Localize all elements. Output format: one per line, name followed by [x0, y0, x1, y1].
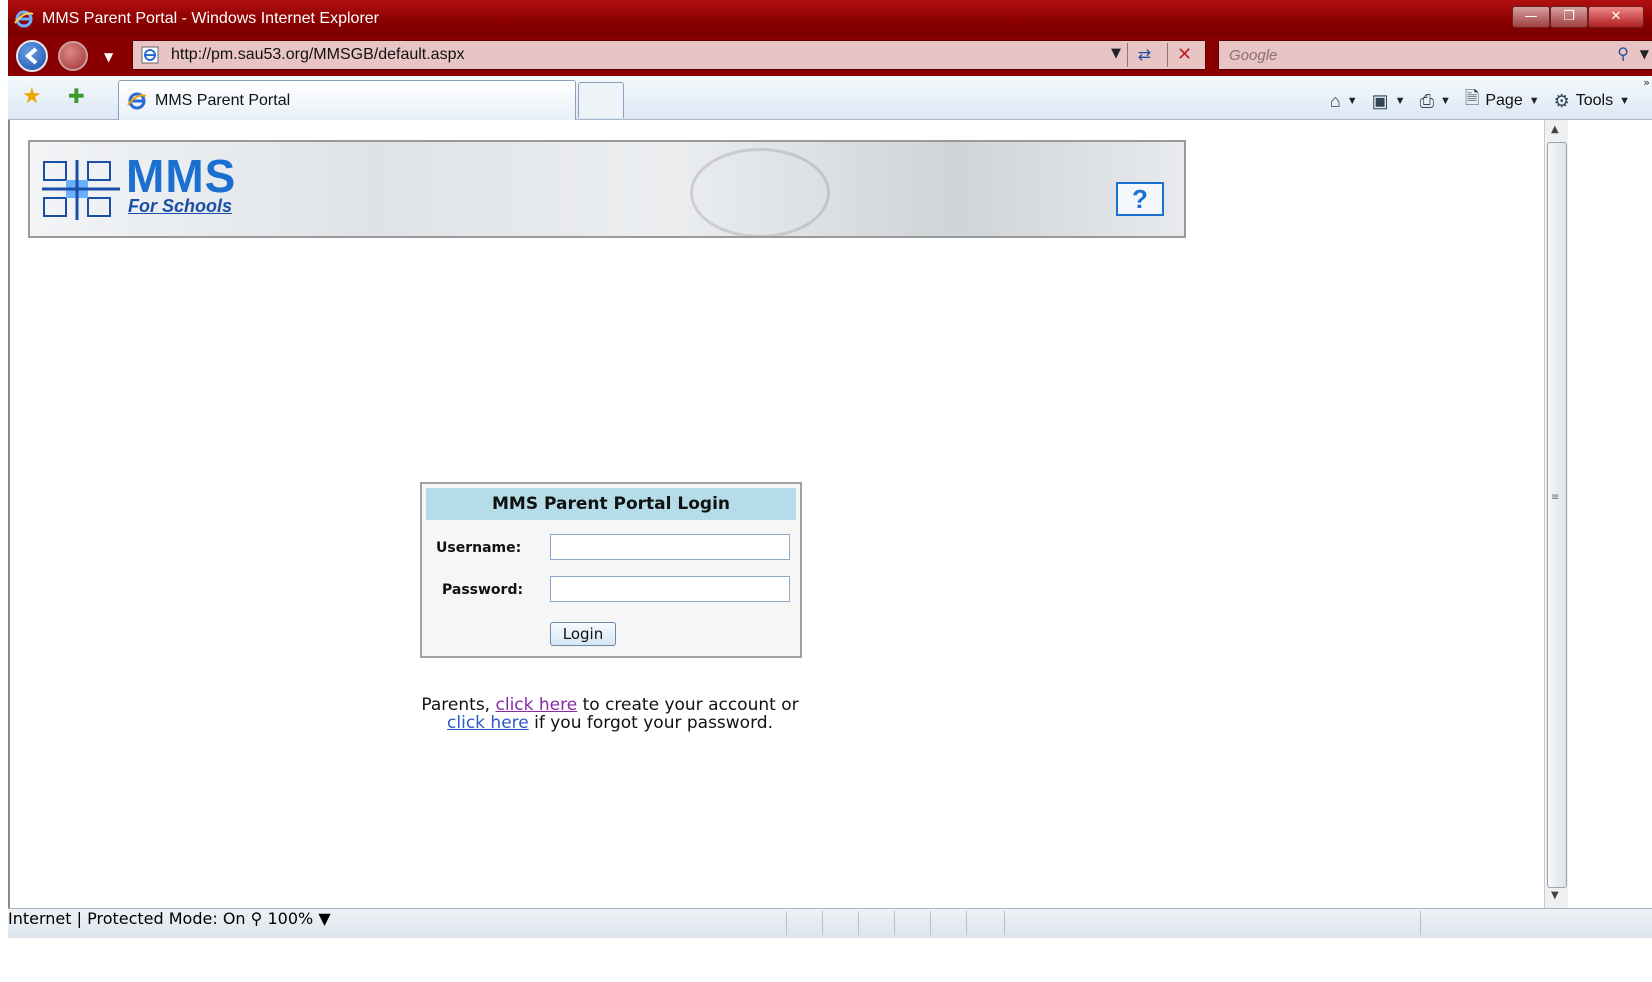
tab-label[interactable]: MMS Parent Portal	[155, 92, 290, 110]
feeds-icon[interactable]: ▣	[1372, 91, 1389, 112]
status-separator	[822, 911, 823, 935]
username-label: Username:	[436, 540, 522, 556]
status-separator	[930, 911, 931, 935]
stop-icon[interactable]: ✕	[1167, 43, 1201, 67]
refresh-icon[interactable]: ⇄	[1127, 43, 1161, 67]
zoom-dropdown-icon[interactable]: ▼	[318, 909, 330, 928]
status-separator	[786, 911, 787, 935]
create-account-link[interactable]: click here	[496, 695, 578, 715]
vertical-scrollbar[interactable]: ▲ ≡ ▼	[1544, 120, 1568, 908]
parents-note: Parents, click here to create your accou…	[370, 696, 850, 732]
scroll-down-arrow-icon[interactable]: ▼	[1551, 890, 1559, 901]
status-separator	[894, 911, 895, 935]
page-content: MMS For Schools ? MMS Parent Portal Logi…	[8, 120, 1544, 908]
status-separator	[966, 911, 967, 935]
mms-banner: MMS For Schools ?	[28, 140, 1186, 238]
add-favorites-icon[interactable]: ✚	[68, 84, 85, 108]
forgot-password-link[interactable]: click here	[447, 713, 529, 733]
restore-button[interactable]: ❐	[1550, 6, 1588, 28]
home-dropdown-icon[interactable]: ▼	[1347, 95, 1358, 107]
mms-logo-grid-icon	[42, 160, 120, 220]
username-input[interactable]	[550, 534, 790, 560]
print-dropdown-icon[interactable]: ▼	[1440, 95, 1451, 107]
ie-icon	[14, 10, 34, 28]
page-ie-icon	[141, 46, 159, 64]
tab-ie-icon	[127, 92, 147, 110]
parents-middle: to create your account or	[577, 695, 799, 715]
login-title: MMS Parent Portal Login	[426, 488, 796, 520]
forward-button[interactable]	[58, 41, 88, 71]
home-icon[interactable]: ⌂	[1330, 91, 1341, 112]
close-button[interactable]: ✕	[1588, 6, 1644, 28]
address-dropdown-icon[interactable]: ▼	[1111, 46, 1121, 61]
scrollbar-grip-icon: ≡	[1551, 492, 1560, 503]
status-separator	[1004, 911, 1005, 935]
parents-suffix: if you forgot your password.	[528, 713, 773, 733]
new-tab-button[interactable]	[578, 82, 624, 118]
favorites-star-icon[interactable]: ★	[22, 84, 42, 109]
login-button[interactable]: Login	[550, 622, 616, 646]
status-bar: Internet | Protected Mode: On ⚲ 100% ▼	[8, 908, 1652, 938]
scrollbar-thumb[interactable]	[1547, 142, 1567, 888]
password-input[interactable]	[550, 576, 790, 602]
login-panel: MMS Parent Portal Login Username: Passwo…	[420, 482, 802, 658]
search-placeholder[interactable]: Google	[1229, 47, 1277, 64]
help-button[interactable]: ?	[1116, 182, 1164, 216]
mms-logo-text: MMS	[126, 150, 237, 202]
search-icon[interactable]: ⚲	[1617, 44, 1629, 63]
tools-dropdown-icon[interactable]: ▼	[1619, 95, 1630, 107]
page-dropdown-icon[interactable]: ▼	[1529, 95, 1540, 107]
grade-circle-decoration	[690, 148, 830, 236]
right-margin	[1568, 120, 1652, 908]
mms-logo-subtitle: For Schools	[128, 196, 233, 216]
password-label: Password:	[442, 582, 524, 598]
page-menu[interactable]: Page	[1485, 92, 1522, 110]
zoom-level[interactable]: 100%	[267, 909, 313, 928]
status-separator	[1420, 911, 1421, 935]
back-button[interactable]	[16, 40, 48, 72]
tools-gear-icon[interactable]: ⚙	[1554, 91, 1570, 112]
zoom-icon[interactable]: ⚲	[251, 909, 263, 928]
back-arrow-icon	[24, 47, 38, 65]
command-bar: ★ ✚ MMS Parent Portal ⌂ ▼ ▣ ▼ ⎙ ▼ 🗎 Page…	[8, 76, 1652, 120]
parents-prefix: Parents,	[421, 695, 496, 715]
minimize-button[interactable]: —	[1512, 6, 1550, 28]
feeds-dropdown-icon[interactable]: ▼	[1395, 95, 1406, 107]
window-title: MMS Parent Portal - Windows Internet Exp…	[42, 10, 380, 27]
search-options-dropdown[interactable]: ▼	[1640, 47, 1649, 61]
recent-pages-dropdown[interactable]: ▼	[104, 50, 113, 64]
print-icon[interactable]: ⎙	[1420, 91, 1434, 112]
title-bar: MMS Parent Portal - Windows Internet Exp…	[8, 0, 1652, 36]
address-bar[interactable]: http://pm.sau53.org/MMSGB/default.aspx ▼…	[132, 40, 1206, 70]
scroll-up-arrow-icon[interactable]: ▲	[1551, 124, 1559, 135]
more-commands-icon[interactable]: »	[1643, 76, 1650, 89]
security-zone-text[interactable]: Internet | Protected Mode: On	[8, 909, 246, 928]
status-separator	[858, 911, 859, 935]
search-box[interactable]: Google ⚲ ▼	[1218, 40, 1652, 70]
address-url[interactable]: http://pm.sau53.org/MMSGB/default.aspx	[171, 46, 464, 64]
tools-menu[interactable]: Tools	[1576, 92, 1613, 110]
page-icon[interactable]: 🗎	[1465, 86, 1479, 116]
tab-mms-parent-portal[interactable]: MMS Parent Portal	[118, 80, 576, 120]
navigation-bar: ▼ http://pm.sau53.org/MMSGB/default.aspx…	[8, 36, 1652, 76]
internet-globe-icon	[1014, 913, 1034, 933]
